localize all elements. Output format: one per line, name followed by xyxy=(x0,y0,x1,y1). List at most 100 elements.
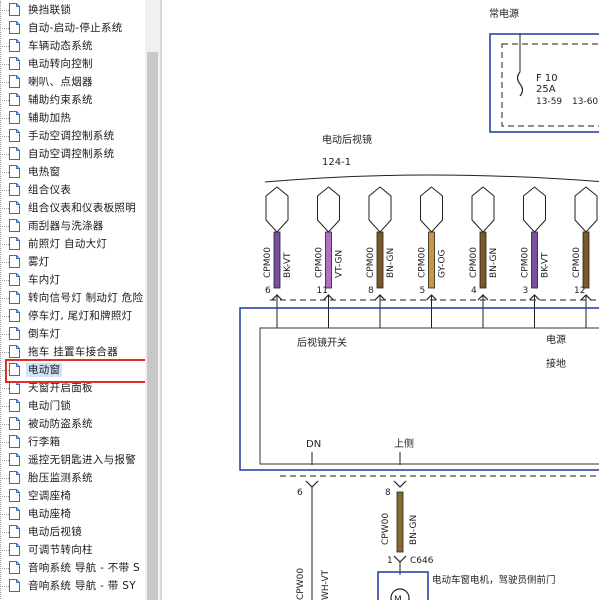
terminal-shape xyxy=(265,186,289,233)
lower-wire xyxy=(396,491,404,553)
tree-item-label: 车内灯 xyxy=(28,274,61,286)
window-motor-label: 电动车窗电机，驾驶员侧前门 xyxy=(432,574,556,586)
tree-item[interactable]: 组合仪表 xyxy=(0,181,145,199)
tree-item[interactable]: 电动后视镜 xyxy=(0,523,145,541)
tree-item-label: 辅助加热 xyxy=(28,112,72,124)
wiring-diagram: 常电源 F 10 25A 13-59 13-60 电动后视镜 124-1 CPM… xyxy=(239,7,599,604)
tree-item[interactable]: 辅助加热 xyxy=(0,109,145,127)
tree-branch-line xyxy=(0,514,9,515)
tree-item[interactable]: 电热窗 xyxy=(0,163,145,181)
tree-branch-line xyxy=(0,478,9,479)
tree-item[interactable]: 空调座椅 xyxy=(0,487,145,505)
tree-item[interactable]: 倒车灯 xyxy=(0,325,145,343)
tree-item-label: 转向信号灯 制动灯 危险 xyxy=(28,292,144,304)
tree-branch-line xyxy=(0,82,9,83)
tree-item[interactable]: 车辆动态系统 xyxy=(0,37,145,55)
tree-branch-line xyxy=(0,64,9,65)
tree-item[interactable]: 遥控无钥匙进入与报警 xyxy=(0,451,145,469)
document-icon xyxy=(9,237,20,250)
window-motor-box xyxy=(377,571,429,604)
tree-item[interactable]: 被动防盗系统 xyxy=(0,415,145,433)
left-wire-code: CPW00 xyxy=(296,568,306,600)
tree-item-label: 自动空调控制系统 xyxy=(28,148,115,160)
tree-branch-line xyxy=(0,352,9,353)
document-icon xyxy=(9,489,20,502)
tree-item[interactable]: 电动门锁 xyxy=(0,397,145,415)
document-icon xyxy=(9,75,20,88)
tree-item-label: 电动转向控制 xyxy=(28,58,93,70)
document-icon xyxy=(9,453,20,466)
document-icon xyxy=(9,201,20,214)
tree-item-label: 电动后视镜 xyxy=(28,526,82,538)
sidebar-scrollbar[interactable] xyxy=(145,0,160,600)
connector-brace xyxy=(264,174,599,183)
tree-item[interactable]: 天窗开启面板 xyxy=(0,379,145,397)
fuse-rating: 25A xyxy=(536,84,556,95)
connector-pin: CPM00 BN-GN 4 xyxy=(469,186,499,328)
tree-item[interactable]: 雨刮器与洗涤器 xyxy=(0,217,145,235)
power-mirror-title: 电动后视镜 xyxy=(322,133,372,146)
tree-item-label: 前照灯 自动大灯 xyxy=(28,238,108,250)
constant-power-label: 常电源 xyxy=(489,7,519,20)
tree-item[interactable]: 电动座椅 xyxy=(0,505,145,523)
fuse-ref-2: 13-60 xyxy=(572,97,598,107)
down-label: DN xyxy=(306,439,321,450)
tree-item-label: 喇叭、点烟器 xyxy=(28,76,93,88)
tree-item[interactable]: 电动转向控制 xyxy=(0,55,145,73)
tree-item-label: 辅助约束系统 xyxy=(28,94,93,106)
tree-branch-line xyxy=(0,496,9,497)
tree-item[interactable]: 停车灯, 尾灯和牌照灯 xyxy=(0,307,145,325)
tree-item[interactable]: 自动空调控制系统 xyxy=(0,145,145,163)
tree-item[interactable]: 电动窗 xyxy=(0,361,145,379)
tree-item-label: 天窗开启面板 xyxy=(28,382,93,394)
tree-item-label: 行李箱 xyxy=(28,436,61,448)
connector-pins: CPM00 BK-VT 6 CPM00 VT-GN 11 CPM00 BN-GN 8 CPM00 G… xyxy=(263,186,599,328)
document-icon xyxy=(9,309,20,322)
connector-pin: CPM00 GY-OG 5 xyxy=(418,186,448,328)
tree-item[interactable]: 拖车 挂置车接合器 xyxy=(0,343,145,361)
wire-segment xyxy=(273,231,281,289)
lower-connector-pin: 1 xyxy=(387,556,393,566)
scrollbar-thumb[interactable] xyxy=(147,52,158,600)
tree-item[interactable]: 辅助约束系统 xyxy=(0,91,145,109)
tree-item[interactable]: 行李箱 xyxy=(0,433,145,451)
tree-item-label: 电热窗 xyxy=(28,166,61,178)
tree-item[interactable]: 自动-启动-停止系统 xyxy=(0,19,145,37)
document-icon xyxy=(9,327,20,340)
tree-item[interactable]: 音响系统 导航 - 带 SY xyxy=(0,577,145,595)
document-icon xyxy=(9,381,20,394)
document-icon xyxy=(9,57,20,70)
document-icon xyxy=(9,471,20,484)
wire-color: BK-VT xyxy=(541,252,551,278)
tree-item[interactable]: 喇叭、点烟器 xyxy=(0,73,145,91)
tree-branch-line xyxy=(0,298,9,299)
document-icon xyxy=(9,111,20,124)
tree-branch-line xyxy=(0,568,9,569)
pin-number: 8 xyxy=(368,286,374,296)
tree-item[interactable]: 换挡联锁 xyxy=(0,1,145,19)
tree-item-label: 可调节转向柱 xyxy=(28,544,93,556)
terminal-shape xyxy=(523,186,546,233)
tree-branch-line xyxy=(0,424,9,425)
document-icon xyxy=(9,39,20,52)
navigation-sidebar: 换挡联锁 自动-启动-停止系统 车辆动态系统电动转向控制 喇叭、点烟器 辅助约束系统 辅助… xyxy=(0,0,160,600)
wire-segment xyxy=(531,231,538,289)
tree-branch-line xyxy=(0,316,9,317)
wire-segment xyxy=(582,231,590,289)
pin-number: 3 xyxy=(523,286,529,296)
tree-item[interactable]: 前照灯 自动大灯 xyxy=(0,235,145,253)
document-icon xyxy=(9,543,20,556)
document-icon xyxy=(9,21,20,34)
tree-item[interactable]: 音响系统 导航 - 不带 S xyxy=(0,559,145,577)
tree-item[interactable]: 胎压监测系统 xyxy=(0,469,145,487)
wire-color: GY-OG xyxy=(438,249,448,278)
tree-item[interactable]: 手动空调控制系统 xyxy=(0,127,145,145)
tree-item[interactable]: 车内灯 xyxy=(0,271,145,289)
document-icon xyxy=(9,291,20,304)
tree-item[interactable]: 转向信号灯 制动灯 危险 xyxy=(0,289,145,307)
tree-item[interactable]: 组合仪表和仪表板照明 xyxy=(0,199,145,217)
tree-item[interactable]: 可调节转向柱 xyxy=(0,541,145,559)
tree-item[interactable]: 雾灯 xyxy=(0,253,145,271)
tree-branch-line xyxy=(0,208,9,209)
tree-branch-line xyxy=(0,118,9,119)
